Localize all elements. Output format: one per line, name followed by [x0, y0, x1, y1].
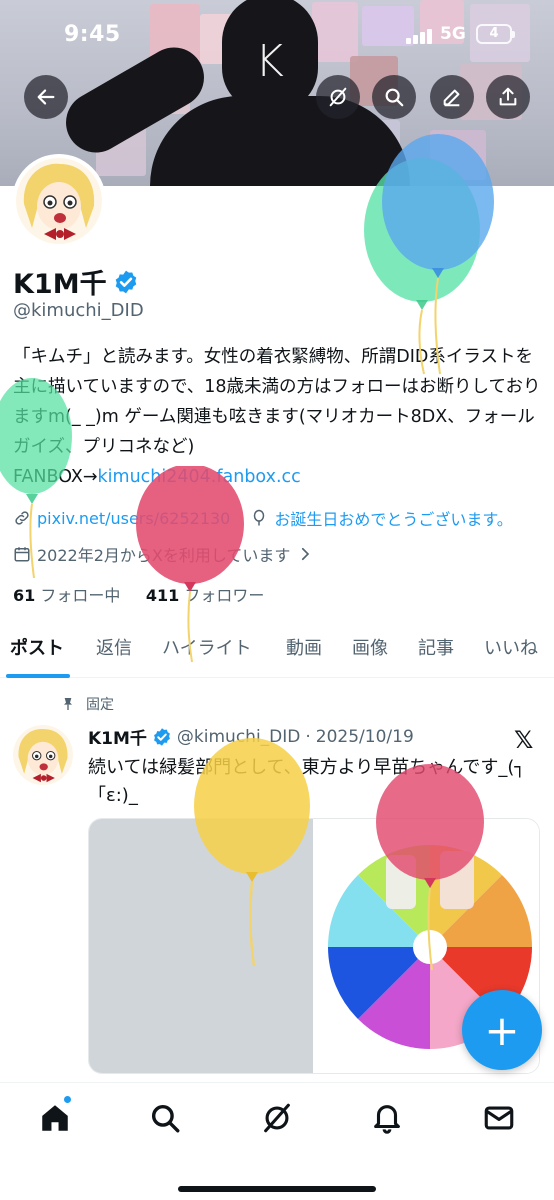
profile-meta-row: pixiv.net/users/6252130 お誕生日おめでとうございます。 [13, 506, 513, 530]
followers-count: 411 [145, 586, 180, 605]
grok-icon [329, 87, 347, 107]
grok-icon[interactable] [260, 1101, 294, 1135]
mail-icon[interactable] [482, 1101, 516, 1135]
tab-videos[interactable]: 動画 [286, 634, 322, 660]
post-text: 続いては緑髪部門として、東方より早苗ちゃんです_(┐「ε:)_ [88, 757, 526, 806]
bio-link-prefix: FANBOX→ [13, 467, 98, 487]
media-image-left[interactable] [89, 819, 313, 1073]
x-logo-icon: 𝕏 [514, 726, 534, 754]
pinned-label: 固定 [60, 694, 114, 714]
search-icon [385, 88, 404, 107]
tab-posts[interactable]: ポスト [10, 634, 64, 660]
status-bar: 9:45 5G 4 [0, 0, 554, 60]
post-separator: · [305, 726, 311, 747]
search-button[interactable] [372, 75, 416, 119]
profile-handle: @kimuchi_DID [13, 300, 144, 321]
post-handle: @kimuchi_DID [176, 726, 301, 747]
follow-stats: 61 フォロー中 411 フォロワー [13, 582, 264, 606]
joined-row[interactable]: 2022年2月からXを利用しています [13, 542, 314, 566]
compose-button[interactable]: + [462, 990, 542, 1070]
joined-date: 2022年2月からXを利用しています [37, 546, 291, 565]
bio-text: 「キムチ」と読みます。女性の着衣緊縛物、所謂DID系イラストを主に描いていますの… [13, 347, 541, 457]
followers-label: フォロワー [184, 586, 265, 605]
banner-poster [430, 130, 486, 180]
tab-images[interactable]: 画像 [352, 634, 388, 660]
birthday-message[interactable]: お誕生日おめでとうございます。 [274, 506, 512, 530]
signal-icon [406, 28, 434, 44]
chevron-right-icon [302, 547, 310, 561]
back-button[interactable] [24, 75, 68, 119]
avatar-illustration [23, 163, 95, 240]
network-label: 5G [440, 24, 466, 44]
pencil-icon [443, 89, 460, 107]
profile-avatar[interactable] [12, 154, 106, 248]
bottom-nav [0, 1082, 554, 1200]
tab-likes[interactable]: いいね [484, 634, 538, 660]
pin-icon [64, 698, 72, 710]
home-indicator [178, 1186, 376, 1192]
share-icon [499, 87, 517, 106]
grok-button[interactable] [316, 75, 360, 119]
arrow-left-icon [37, 89, 55, 105]
link-icon [15, 511, 29, 525]
pinned-text: 固定 [86, 697, 114, 713]
calendar-icon [14, 547, 30, 562]
battery-icon: 4 [476, 24, 515, 44]
tab-replies[interactable]: 返信 [96, 634, 132, 660]
profile-banner[interactable]: K 9:45 5G 4 [0, 0, 554, 186]
tab-articles[interactable]: 記事 [418, 634, 454, 660]
verified-badge-icon [154, 727, 170, 746]
post-avatar[interactable] [13, 725, 73, 785]
verified-badge-icon[interactable] [113, 269, 139, 295]
search-icon[interactable] [148, 1101, 182, 1135]
home-icon[interactable] [38, 1101, 72, 1135]
post-date: 2025/10/19 [315, 726, 414, 747]
tab-highlights[interactable]: ハイライト [162, 634, 252, 660]
following-count: 61 [13, 586, 36, 605]
display-name: K1M千 [13, 262, 139, 301]
following-label: フォロー中 [40, 586, 121, 605]
fanbox-link[interactable]: kimuchi2404.fanbox.cc [98, 467, 301, 487]
display-name-text: K1M千 [13, 269, 107, 300]
post-header: K1M千 @kimuchi_DID · 2025/10/19 [88, 724, 414, 750]
tab-indicator [6, 674, 70, 678]
profile-tabs: ポスト 返信 ハイライト 動画 画像 記事 いいね [0, 620, 554, 678]
avatar-illustration [18, 729, 68, 783]
notification-dot [63, 1095, 72, 1104]
edit-button[interactable] [430, 75, 474, 119]
share-button[interactable] [486, 75, 530, 119]
following-link[interactable]: 61 フォロー中 [13, 586, 120, 605]
balloon-icon [254, 509, 265, 526]
followers-link[interactable]: 411 フォロワー [146, 586, 265, 605]
post-author[interactable]: K1M千 [88, 724, 147, 749]
profile-bio: 「キムチ」と読みます。女性の着衣緊縛物、所謂DID系イラストを主に描いていますの… [13, 342, 541, 492]
website-link[interactable]: pixiv.net/users/6252130 [37, 509, 230, 528]
status-time: 9:45 [64, 22, 121, 47]
bell-icon[interactable] [370, 1101, 404, 1135]
